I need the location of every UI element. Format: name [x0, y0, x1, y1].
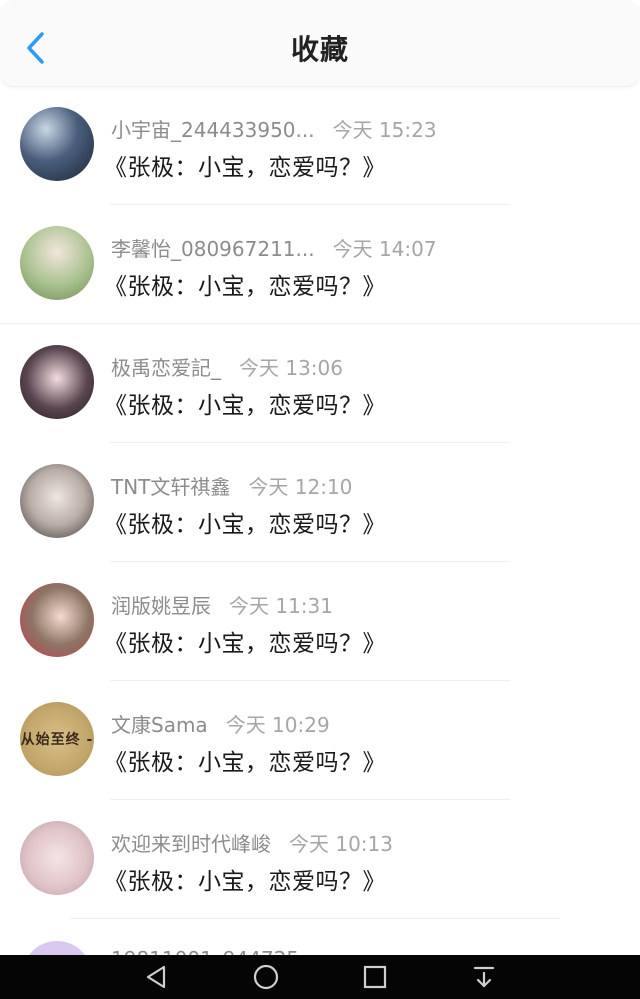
circle-home-icon	[253, 964, 279, 990]
item-meta: 李馨怡_080967211... 今天 14:07	[111, 233, 437, 262]
pull-down-icon	[473, 966, 495, 988]
list-item[interactable]: 极禹恋爱記_ 今天 13:06 《张极：小宝，恋爱吗？》	[0, 324, 640, 443]
top-bar: 收藏	[0, 0, 640, 87]
favorites-list: 小宇宙_244433950... 今天 15:23 《张极：小宝，恋爱吗？》 李馨…	[0, 86, 640, 919]
message-text[interactable]: 《张极：小宝，恋爱吗？》	[104, 862, 386, 896]
message-text[interactable]: 《张极：小宝，恋爱吗？》	[104, 386, 386, 420]
username[interactable]: 润版姚昱辰	[111, 594, 211, 618]
list-item[interactable]: 李馨怡_080967211... 今天 14:07 《张极：小宝，恋爱吗？》	[0, 205, 640, 324]
item-meta: 极禹恋爱記_ 今天 13:06	[111, 352, 343, 381]
username[interactable]: 欢迎来到时代峰峻	[111, 832, 271, 856]
item-meta: 润版姚昱辰 今天 11:31	[111, 590, 333, 619]
list-item[interactable]: TNT文轩祺鑫 今天 12:10 《张极：小宝，恋爱吗？》	[0, 443, 640, 562]
username[interactable]: 19811001_944725	[111, 947, 299, 955]
message-text[interactable]: 《张极：小宝，恋爱吗？》	[104, 624, 386, 658]
avatar[interactable]	[20, 226, 94, 300]
avatar[interactable]	[20, 464, 94, 538]
avatar[interactable]	[20, 107, 94, 181]
nav-back-button[interactable]	[134, 961, 178, 993]
list-item[interactable]: 小宇宙_244433950... 今天 15:23 《张极：小宝，恋爱吗？》	[0, 86, 640, 205]
item-meta: 小宇宙_244433950... 今天 15:23	[111, 114, 437, 143]
username[interactable]: 文康Sama	[111, 713, 208, 737]
nav-home-button[interactable]	[244, 961, 288, 993]
timestamp: 今天 13:06	[239, 356, 343, 380]
list-item-partial[interactable]: 19811001_944725	[0, 919, 640, 955]
timestamp: 今天 10:13	[289, 832, 393, 856]
timestamp: 今天 14:07	[332, 237, 437, 261]
triangle-back-icon	[146, 965, 166, 989]
avatar[interactable]	[20, 345, 94, 419]
timestamp: 今天 15:23	[332, 118, 437, 142]
avatar[interactable]: 从始至终 -	[20, 702, 94, 776]
timestamp: 今天 11:31	[229, 594, 333, 618]
avatar[interactable]	[22, 941, 92, 955]
item-meta: TNT文轩祺鑫 今天 12:10	[111, 471, 352, 500]
username[interactable]: TNT文轩祺鑫	[111, 475, 230, 499]
item-meta: 文康Sama 今天 10:29	[111, 709, 330, 738]
message-text[interactable]: 《张极：小宝，恋爱吗？》	[104, 267, 386, 301]
nav-recents-button[interactable]	[353, 961, 397, 993]
square-recents-icon	[363, 965, 387, 989]
username[interactable]: 李馨怡_080967211...	[111, 237, 315, 261]
list-item[interactable]: 从始至终 - 文康Sama 今天 10:29 《张极：小宝，恋爱吗？》	[0, 681, 640, 800]
avatar[interactable]	[20, 821, 94, 895]
system-nav-bar	[0, 955, 640, 999]
username[interactable]: 小宇宙_244433950...	[111, 118, 315, 142]
avatar[interactable]	[20, 583, 94, 657]
message-text[interactable]: 《张极：小宝，恋爱吗？》	[104, 148, 386, 182]
item-meta: 欢迎来到时代峰峻 今天 10:13	[111, 828, 393, 857]
username[interactable]: 极禹恋爱記_	[111, 356, 221, 380]
list-item[interactable]: 润版姚昱辰 今天 11:31 《张极：小宝，恋爱吗？》	[0, 562, 640, 681]
message-text[interactable]: 《张极：小宝，恋爱吗？》	[104, 505, 386, 539]
timestamp: 今天 10:29	[225, 713, 330, 737]
list-item[interactable]: 欢迎来到时代峰峻 今天 10:13 《张极：小宝，恋爱吗？》	[0, 800, 640, 919]
page-title: 收藏	[290, 33, 349, 66]
nav-notifications-button[interactable]	[462, 961, 506, 993]
timestamp: 今天 12:10	[248, 475, 353, 499]
message-text[interactable]: 《张极：小宝，恋爱吗？》	[104, 743, 386, 777]
